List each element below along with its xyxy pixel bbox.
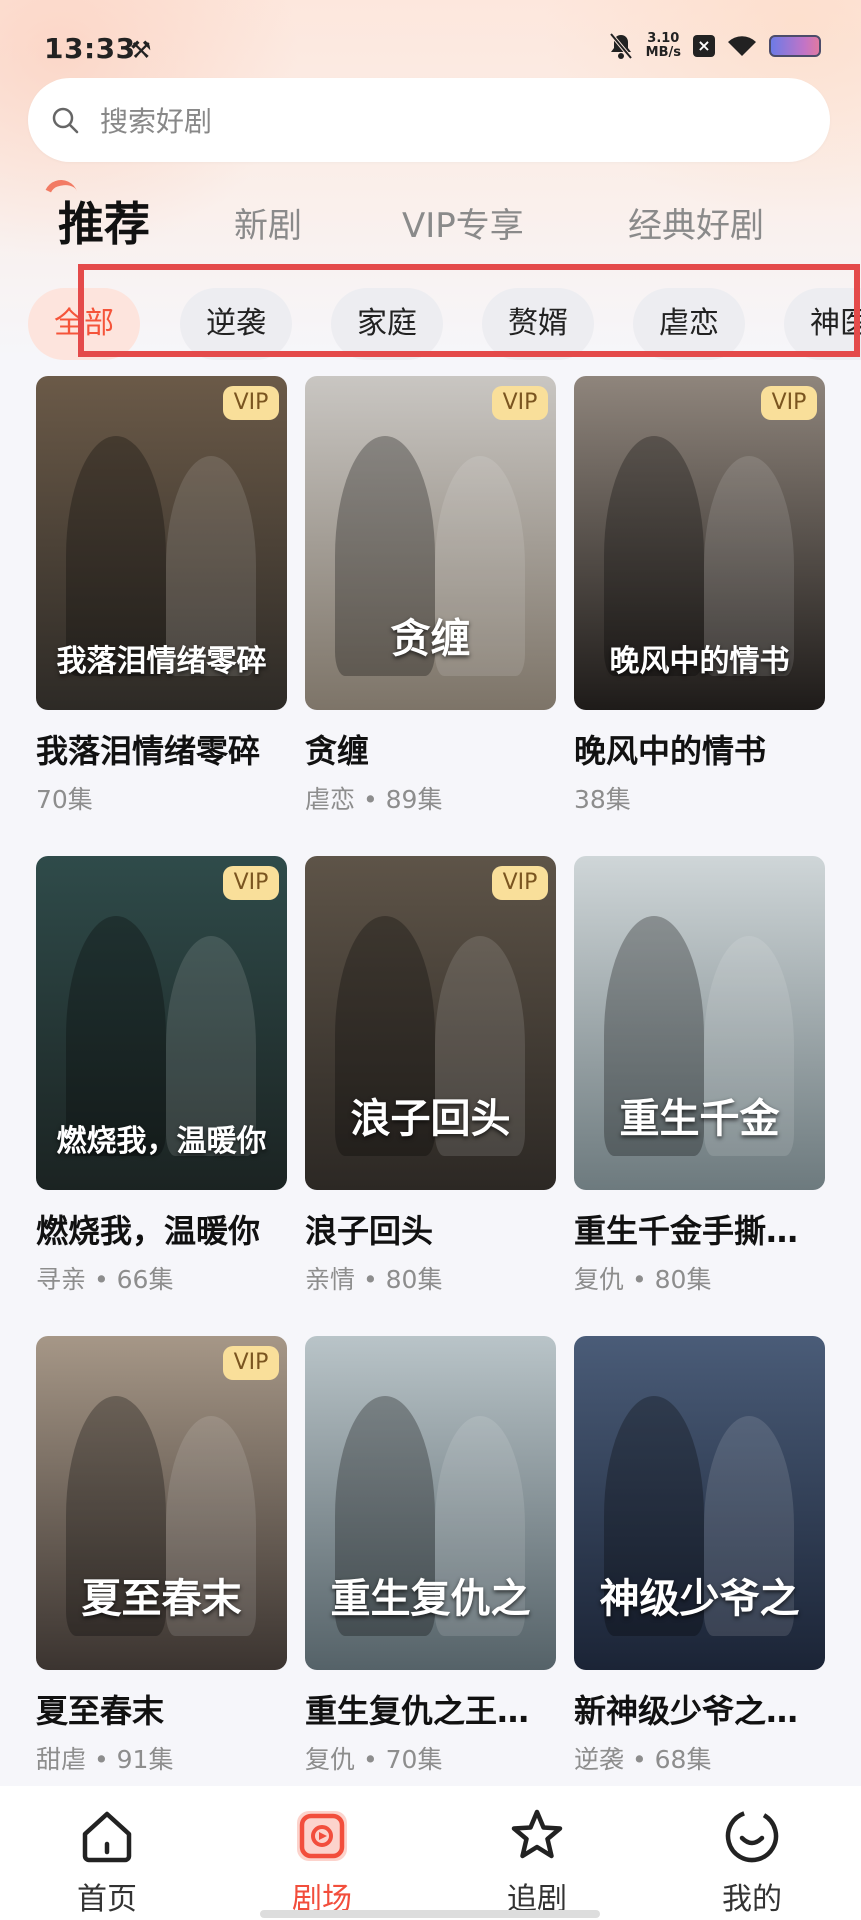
network-speed: 3.10 MB/s [645,31,681,60]
drama-poster[interactable]: 神级少爷之 [574,1336,825,1670]
poster-title-text: 夏至春末 [81,1576,242,1622]
theater-icon [297,1811,347,1861]
search-input[interactable]: 搜索好剧 [100,100,212,140]
drama-meta: 复仇 • 80集 [574,1265,712,1294]
drama-meta: 70集 [36,785,93,814]
vip-badge: VIP [223,866,279,900]
home-icon [82,1811,132,1863]
drama-card[interactable]: 神级少爷之新神级少爷之… 逆袭 • 68集 [574,1336,825,1776]
poster-title-text: 我落泪情绪零碎 [56,644,267,679]
chip-family[interactable]: 家庭 [331,288,443,360]
category-tabs: 推荐 新剧 VIP专享 经典好剧 [0,180,861,260]
battery-icon [769,35,821,57]
chip-son-in-law[interactable]: 赘婿 [482,288,594,360]
genre-chips: 全部 逆袭 家庭 赘婿 虐恋 神医 [0,288,861,364]
nav-follow[interactable]: 追剧 [462,1806,612,1918]
search-icon [52,107,79,134]
profile-icon [725,1809,779,1863]
nav-profile-label: 我的 [722,1882,782,1917]
poster-title-text: 贪缠 [390,616,471,662]
drama-card[interactable]: 重生复仇之重生复仇之王… 复仇 • 70集 [305,1336,556,1776]
drama-poster[interactable]: 重生复仇之 [305,1336,556,1670]
drama-card[interactable]: 晚风中的情书 VIP 晚风中的情书 38集 [574,376,825,816]
drama-meta: 38集 [574,785,631,814]
search-bar[interactable]: 搜索好剧 [28,78,830,162]
drama-meta: 复仇 • 70集 [305,1745,443,1774]
vip-badge: VIP [223,1346,279,1380]
drama-title[interactable]: 燃烧我，温暖你 [36,1206,287,1252]
poster-title-text: 燃烧我，温暖你 [56,1124,267,1159]
drama-meta: 寻亲 • 66集 [36,1265,174,1294]
home-indicator [260,1910,600,1918]
drama-title[interactable]: 重生复仇之王… [305,1686,556,1732]
drama-meta: 亲情 • 80集 [305,1265,443,1294]
drama-poster[interactable]: 燃烧我，温暖你 VIP [36,856,287,1190]
drama-card[interactable]: 夏至春末 VIP 夏至春末甜虐 • 91集 [36,1336,287,1776]
tab-new[interactable]: 新剧 [234,198,302,247]
poster-title-text: 神级少爷之 [599,1576,800,1622]
tab-classic[interactable]: 经典好剧 [628,198,764,247]
drama-poster[interactable]: 浪子回头 VIP [305,856,556,1190]
drama-title[interactable]: 夏至春末 [36,1686,287,1732]
vip-badge: VIP [492,386,548,420]
drama-poster[interactable]: 晚风中的情书 VIP [574,376,825,710]
status-time: 13:33 [44,32,136,65]
drama-title[interactable]: 贪缠 [305,726,556,772]
drama-card[interactable]: 燃烧我，温暖你 VIP 燃烧我，温暖你寻亲 • 66集 [36,856,287,1296]
drama-card[interactable]: 重生千金重生千金手撕… 复仇 • 80集 [574,856,825,1296]
drama-poster[interactable]: 我落泪情绪零碎 VIP [36,376,287,710]
tab-vip[interactable]: VIP专享 [402,198,524,247]
nav-profile[interactable]: 我的 [677,1806,827,1918]
drama-poster[interactable]: 贪缠 VIP [305,376,556,710]
drama-title[interactable]: 晚风中的情书 [574,726,825,772]
drama-meta: 虐恋 • 89集 [305,785,443,814]
chip-angst-romance[interactable]: 虐恋 [633,288,745,360]
chip-all[interactable]: 全部 [28,288,140,360]
drama-poster[interactable]: 夏至春末 VIP [36,1336,287,1670]
tools-icon: ⚒ [130,36,152,64]
bottom-nav: 首页 剧场 追剧 我的 [0,1786,861,1920]
vip-badge: VIP [761,386,817,420]
vip-badge: VIP [223,386,279,420]
nav-theater[interactable]: 剧场 [247,1806,397,1918]
vip-badge: VIP [492,866,548,900]
mute-bell-icon [609,32,633,60]
nav-home-label: 首页 [77,1882,137,1917]
nav-home[interactable]: 首页 [32,1806,182,1918]
drama-poster[interactable]: 重生千金 [574,856,825,1190]
tab-recommend[interactable]: 推荐 [58,188,150,254]
poster-title-text: 重生复仇之 [330,1576,531,1622]
drama-card[interactable]: 我落泪情绪零碎 VIP 我落泪情绪零碎 70集 [36,376,287,816]
drama-meta: 甜虐 • 91集 [36,1745,174,1774]
star-icon [511,1809,563,1859]
sim-off-icon: × [693,35,715,57]
poster-title-text: 晚风中的情书 [609,644,790,679]
poster-title-text: 浪子回头 [350,1096,511,1142]
drama-card[interactable]: 贪缠 VIP 贪缠虐恋 • 89集 [305,376,556,816]
chip-divine-doctor[interactable]: 神医 [784,288,861,360]
drama-title[interactable]: 新神级少爷之… [574,1686,825,1732]
drama-meta: 逆袭 • 68集 [574,1745,712,1774]
drama-title[interactable]: 重生千金手撕… [574,1206,825,1252]
chip-comeback[interactable]: 逆袭 [180,288,292,360]
drama-card[interactable]: 浪子回头 VIP 浪子回头亲情 • 80集 [305,856,556,1296]
drama-title[interactable]: 浪子回头 [305,1206,556,1252]
poster-title-text: 重生千金 [619,1096,780,1142]
wifi-icon [728,36,756,56]
drama-title[interactable]: 我落泪情绪零碎 [36,726,287,772]
